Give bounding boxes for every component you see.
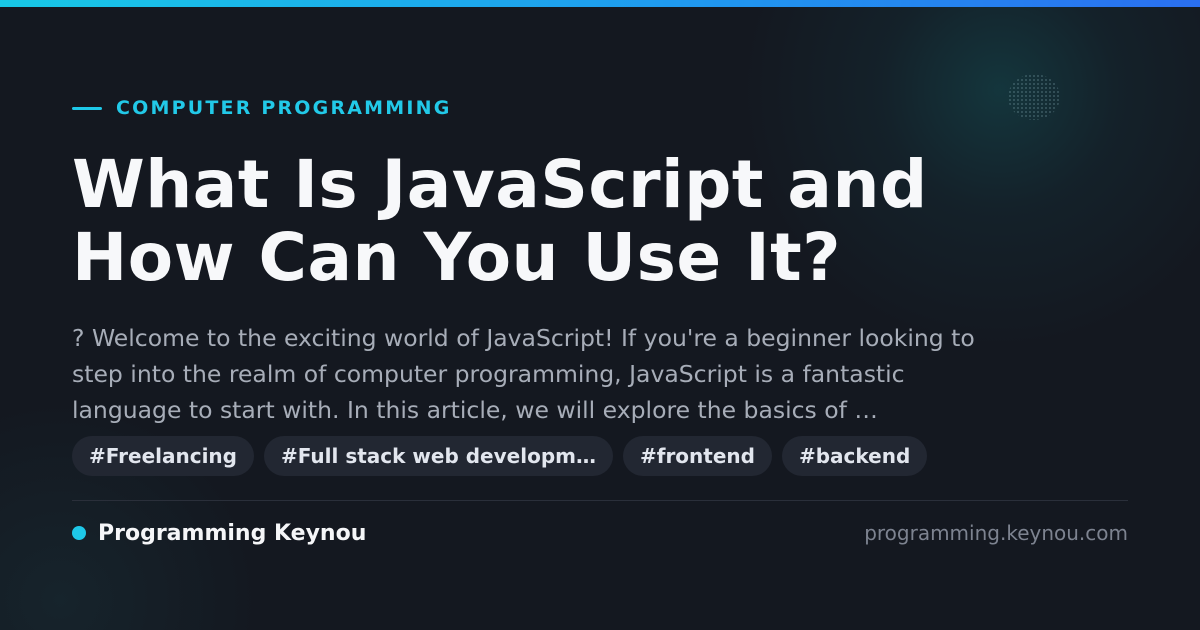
title-line-2: How Can You Use It?: [72, 219, 842, 296]
tag-full-stack[interactable]: #Full stack web developm…: [264, 436, 613, 476]
brand-name: Programming Keynou: [98, 520, 367, 546]
tag-list: #Freelancing #Full stack web developm… #…: [72, 436, 928, 476]
excerpt-line-2: step into the realm of computer programm…: [72, 360, 905, 388]
article-title: What Is JavaScript and How Can You Use I…: [72, 148, 1132, 294]
tag-freelancing[interactable]: #Freelancing: [72, 436, 254, 476]
category-line-icon: [72, 106, 102, 110]
title-line-1: What Is JavaScript and: [72, 146, 928, 223]
tag-backend[interactable]: #backend: [781, 436, 928, 476]
category-text: COMPUTER PROGRAMMING: [116, 97, 452, 119]
footer: Programming Keynou programming.keynou.co…: [72, 518, 1128, 548]
brand[interactable]: Programming Keynou: [72, 521, 366, 546]
excerpt-line-3: language to start with. In this article,…: [72, 396, 878, 424]
footer-divider: [72, 500, 1128, 501]
brand-dot-icon: [72, 526, 86, 540]
category-label: COMPUTER PROGRAMMING: [72, 96, 452, 120]
tag-frontend[interactable]: #frontend: [622, 436, 772, 476]
accent-top-bar: [0, 0, 1200, 7]
excerpt-line-1: ? Welcome to the exciting world of JavaS…: [72, 324, 975, 352]
article-excerpt: ? Welcome to the exciting world of JavaS…: [72, 320, 1132, 428]
dot-pattern-decoration: [1008, 74, 1060, 120]
site-domain[interactable]: programming.keynou.com: [864, 521, 1128, 545]
